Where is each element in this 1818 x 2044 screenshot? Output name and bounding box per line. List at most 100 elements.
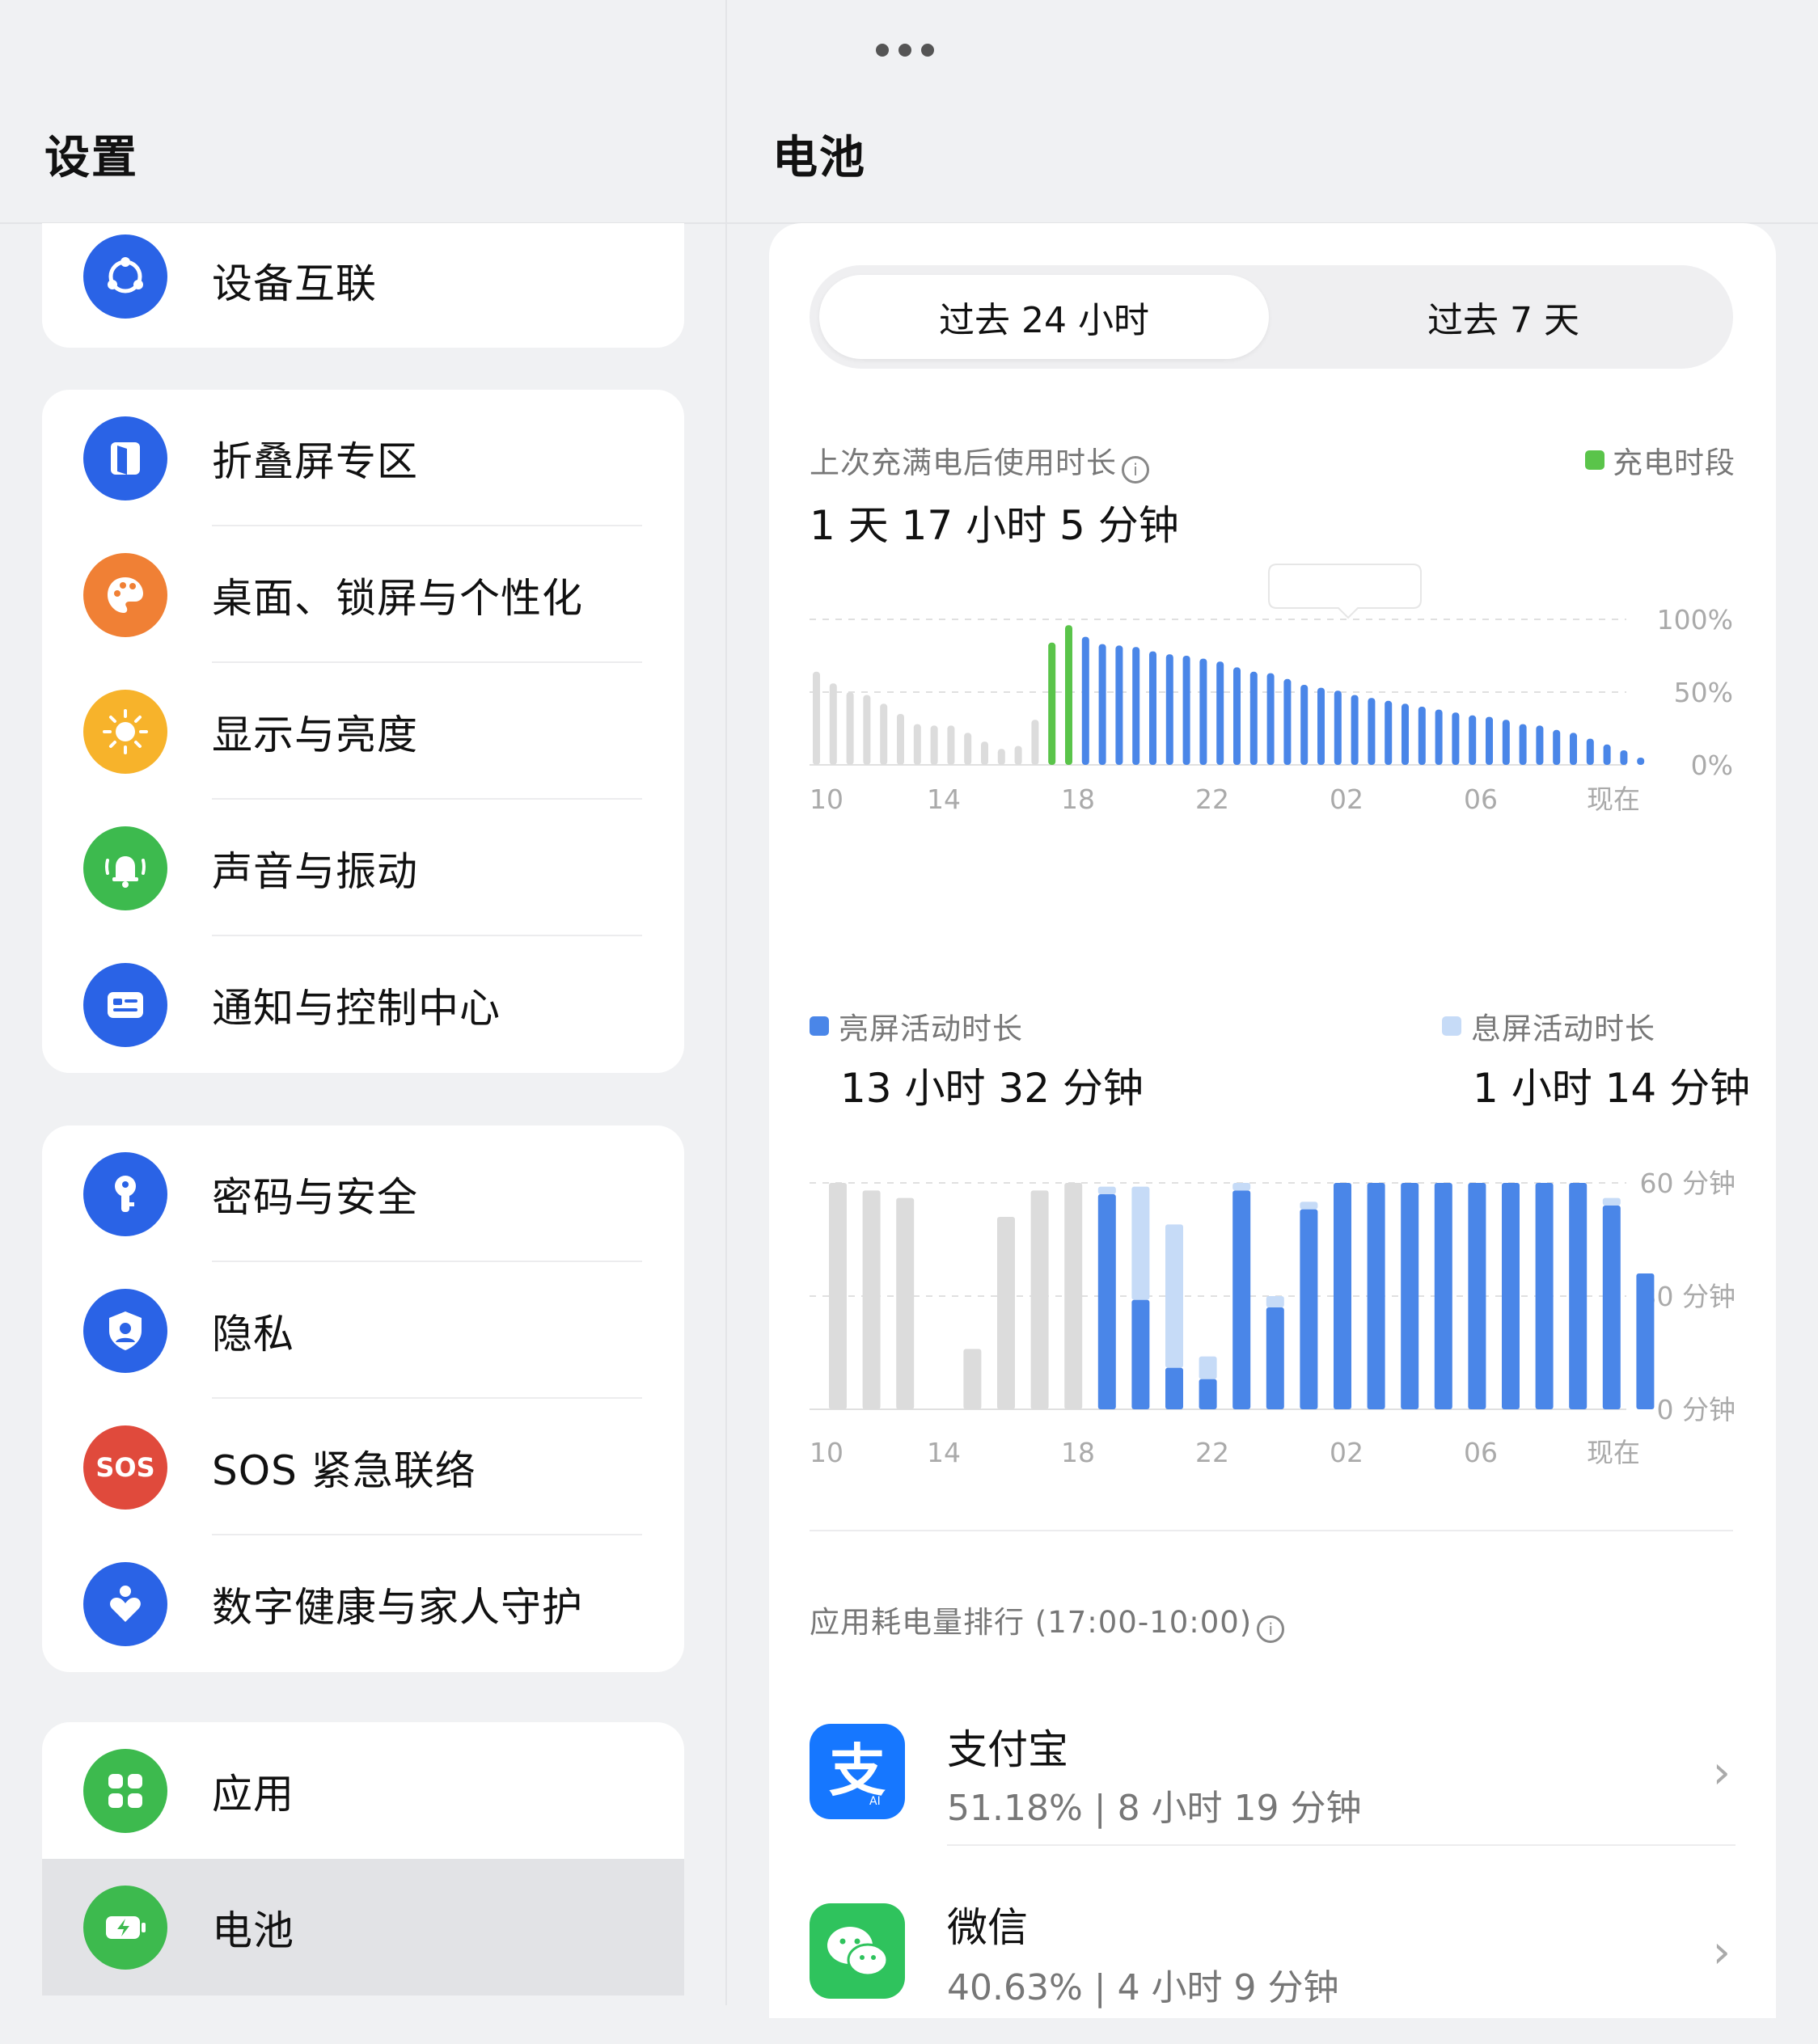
sidebar-item-key[interactable]: 密码与安全 xyxy=(42,1125,684,1262)
battery-bar xyxy=(1249,671,1258,765)
battery-bar xyxy=(1553,729,1561,765)
battery-bar xyxy=(1115,645,1123,765)
battery-bar xyxy=(1519,724,1527,765)
battery-card: 过去 24 小时 过去 7 天 上次充满电后使用时长 i 充电时段 1 天 17 … xyxy=(769,223,1776,2018)
sidebar-item-sos[interactable]: SOS SOS 紧急联络 xyxy=(42,1399,684,1535)
sidebar-item-label: 桌面、锁屏与个性化 xyxy=(212,574,583,622)
screen-off-value: 1 小时 14 分钟 xyxy=(1473,1065,1751,1112)
battery-bar xyxy=(1283,678,1292,765)
sidebar-item-shield[interactable]: 隐私 xyxy=(42,1262,684,1399)
activity-bar-past xyxy=(1030,1190,1049,1409)
apps-grid-icon xyxy=(83,1748,167,1833)
battery-bar xyxy=(1182,656,1190,765)
settings-group: 密码与安全隐私 SOS SOS 紧急联络数字健康与家人守护 xyxy=(42,1125,684,1672)
activity-bar-screen-off xyxy=(1232,1183,1251,1191)
sidebar-item-label: 隐私 xyxy=(212,1310,294,1358)
app-detail: 51.18% | 8 小时 19 分钟 xyxy=(947,1788,1362,1829)
y-tick-label: 60 分钟 xyxy=(1640,1168,1736,1199)
activity-bar-screen-on xyxy=(1535,1183,1554,1409)
battery-bar xyxy=(1486,716,1493,765)
sidebar-item-sun[interactable]: 显示与亮度 xyxy=(42,663,684,800)
app-row-alipay[interactable]: 支 AI 支付宝 51.18% | 8 小时 19 分钟 › xyxy=(769,1695,1776,1865)
battery-bar xyxy=(1418,707,1426,765)
activity-bar-screen-on xyxy=(1266,1307,1284,1409)
sidebar-title: 设置 xyxy=(44,132,138,184)
svg-text:支: 支 xyxy=(829,1738,886,1804)
battery-bar xyxy=(1637,758,1645,765)
x-tick-label: 现在 xyxy=(1587,783,1640,815)
tab-24h[interactable]: 过去 24 小时 xyxy=(819,275,1269,359)
sidebar-item-label: 应用 xyxy=(212,1770,294,1818)
sidebar-item-heart-person[interactable]: 数字健康与家人守护 xyxy=(42,1535,684,1672)
battery-bar xyxy=(1351,695,1359,765)
section-divider xyxy=(810,1530,1733,1531)
sidebar-item-apps-grid[interactable]: 应用 xyxy=(42,1722,684,1859)
battery-bar xyxy=(930,725,938,765)
battery-bar xyxy=(1317,687,1325,765)
screen-on-legend: 亮屏活动时长 xyxy=(810,1004,1023,1048)
battery-bar xyxy=(1402,703,1409,765)
info-icon[interactable]: i xyxy=(1122,455,1149,484)
activity-bar-screen-on xyxy=(1334,1183,1351,1409)
info-icon[interactable]: i xyxy=(1257,1615,1285,1643)
activity-bar-past xyxy=(1064,1183,1083,1409)
activity-bar-screen-on xyxy=(1097,1194,1116,1409)
settings-group: 折叠屏专区桌面、锁屏与个性化 显示与亮度声音与振动通知与控制中心 xyxy=(42,390,684,1073)
ranking-title: 应用耗电量排行 (17:00-10:00) xyxy=(810,1605,1253,1640)
screen-off-legend: 息屏活动时长 xyxy=(1442,1004,1655,1048)
battery-bar xyxy=(1149,651,1156,765)
activity-bar-screen-off xyxy=(1266,1296,1284,1307)
sidebar-item-device-link[interactable]: 设备互联 xyxy=(42,223,684,348)
battery-icon xyxy=(83,1885,167,1970)
battery-bar xyxy=(1031,720,1039,765)
battery-bar xyxy=(1368,698,1376,765)
screen-off-swatch xyxy=(1442,1016,1461,1036)
battery-bar xyxy=(1385,700,1393,765)
charging-legend-swatch xyxy=(1585,450,1604,470)
battery-bar xyxy=(813,671,820,765)
battery-bar xyxy=(1469,715,1477,765)
x-tick-label: 02 xyxy=(1330,1437,1364,1468)
sos-badge-text: SOS xyxy=(95,1451,155,1483)
fold-screen-icon xyxy=(83,416,167,500)
activity-bar-screen-on xyxy=(1131,1299,1150,1409)
sidebar-item-battery[interactable]: 电池 xyxy=(42,1859,684,1995)
battery-bar xyxy=(1065,625,1072,765)
since-full-label: 上次充满电后使用时长 xyxy=(810,446,1117,480)
sidebar-item-label: 显示与亮度 xyxy=(212,711,418,758)
screen-on-label: 亮屏活动时长 xyxy=(839,1011,1023,1046)
charging-legend-label: 充电时段 xyxy=(1613,446,1736,480)
page-title: 电池 xyxy=(772,132,866,184)
chevron-right-icon: › xyxy=(1712,1926,1731,1979)
sidebar-item-label: 声音与振动 xyxy=(212,847,418,895)
row-divider xyxy=(947,1844,1736,1846)
battery-bar xyxy=(1081,636,1089,765)
screen-on-swatch xyxy=(810,1016,829,1036)
activity-bar-past xyxy=(997,1217,1015,1409)
tab-7d[interactable]: 过去 7 天 xyxy=(1279,275,1728,359)
screen-off-label: 息屏活动时长 xyxy=(1471,1011,1655,1046)
battery-bar xyxy=(880,703,888,765)
battery-bar xyxy=(1233,667,1241,765)
sun-icon xyxy=(83,689,167,774)
key-icon xyxy=(83,1151,167,1236)
sidebar-item-fold-screen[interactable]: 折叠屏专区 xyxy=(42,390,684,526)
more-dots-icon[interactable] xyxy=(876,44,934,57)
sidebar-item-label: 数字健康与家人守护 xyxy=(212,1583,583,1631)
battery-bar xyxy=(1199,658,1207,765)
battery-bar xyxy=(1216,661,1224,765)
sidebar-item-palette[interactable]: 桌面、锁屏与个性化 xyxy=(42,526,684,663)
x-tick-label: 22 xyxy=(1195,783,1229,815)
activity-bar-screen-off xyxy=(1300,1201,1318,1210)
app-row-wechat[interactable]: 微信 40.63% | 4 小时 9 分钟 › xyxy=(769,1874,1776,2044)
battery-bar xyxy=(1132,647,1140,765)
battery-bar xyxy=(1334,690,1342,765)
y-tick-label: 0 分钟 xyxy=(1657,1394,1736,1425)
svg-text:AI: AI xyxy=(869,1795,881,1808)
activity-bar-screen-off xyxy=(1199,1356,1217,1379)
sidebar-item-notification[interactable]: 通知与控制中心 xyxy=(42,936,684,1073)
x-tick-label: 14 xyxy=(927,1437,961,1468)
sidebar-item-bell[interactable]: 声音与振动 xyxy=(42,800,684,936)
chevron-right-icon: › xyxy=(1712,1746,1731,1799)
activity-bar-screen-on xyxy=(1199,1379,1217,1409)
